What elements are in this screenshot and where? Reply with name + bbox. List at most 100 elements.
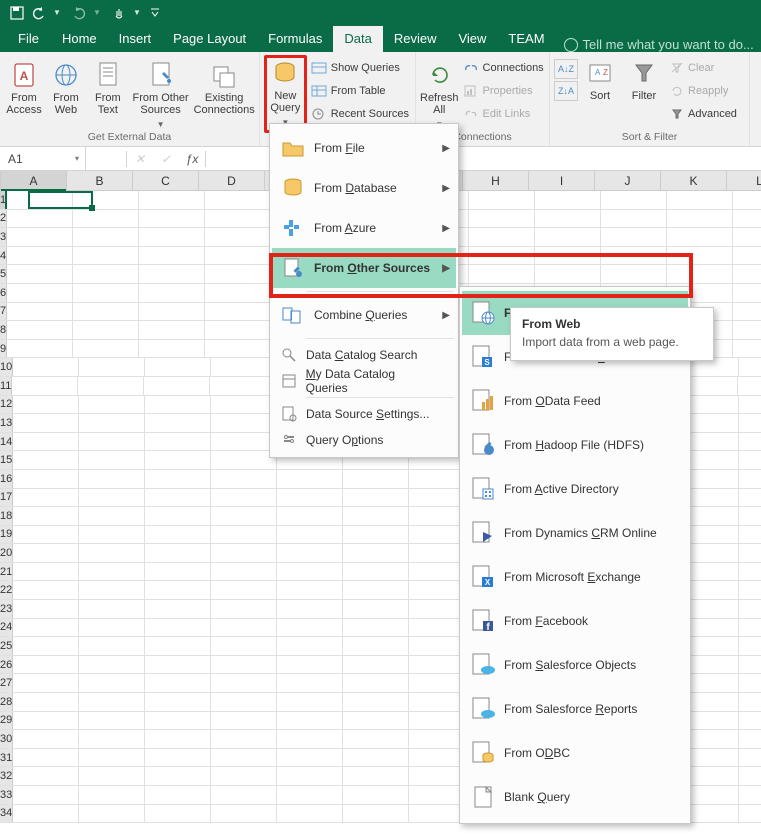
cell[interactable]: [79, 805, 145, 823]
menu-from-azure[interactable]: From Azure▶: [272, 208, 456, 248]
cell[interactable]: [73, 265, 139, 283]
cell[interactable]: [739, 396, 761, 414]
touch-caret[interactable]: ▼: [126, 2, 148, 24]
row-header[interactable]: 26: [0, 656, 13, 674]
cell[interactable]: [139, 247, 205, 265]
cell[interactable]: [145, 544, 211, 562]
cell[interactable]: [277, 674, 343, 692]
cell[interactable]: [733, 210, 761, 228]
cell[interactable]: [145, 693, 211, 711]
col-header[interactable]: C: [133, 171, 199, 190]
cell[interactable]: [211, 433, 277, 451]
cell[interactable]: [13, 712, 79, 730]
cell[interactable]: [739, 786, 761, 804]
cell[interactable]: [739, 507, 761, 525]
row-header[interactable]: 12: [0, 396, 13, 414]
row-header[interactable]: 9: [0, 340, 7, 358]
cell[interactable]: [13, 358, 79, 376]
cell[interactable]: [79, 451, 145, 469]
row-header[interactable]: 17: [0, 489, 13, 507]
cell[interactable]: [211, 637, 277, 655]
new-query-button[interactable]: New Query ▼: [264, 55, 307, 133]
cell[interactable]: [277, 786, 343, 804]
cell[interactable]: [145, 581, 211, 599]
cell[interactable]: [139, 191, 205, 209]
menu-combine-queries[interactable]: Combine Queries▶: [272, 295, 456, 335]
menu-data-catalog-search[interactable]: Data Catalog Search: [272, 342, 456, 368]
cell[interactable]: [601, 210, 667, 228]
cell[interactable]: [13, 619, 79, 637]
show-queries-button[interactable]: Show Queries: [309, 58, 411, 78]
from-other-sources-button[interactable]: From Other Sources ▼: [130, 55, 192, 131]
row-header[interactable]: 18: [0, 507, 13, 525]
submenu-from-facebook[interactable]: f From Facebook: [462, 599, 688, 643]
row-header[interactable]: 27: [0, 674, 13, 692]
cell[interactable]: [79, 489, 145, 507]
cell[interactable]: [277, 470, 343, 488]
redo-caret[interactable]: ▼: [86, 2, 108, 24]
cell[interactable]: [211, 730, 277, 748]
tab-view[interactable]: View: [447, 26, 497, 52]
cell[interactable]: [601, 265, 667, 283]
cell[interactable]: [211, 470, 277, 488]
cell[interactable]: [739, 414, 761, 432]
cell[interactable]: [277, 656, 343, 674]
cell[interactable]: [205, 284, 271, 302]
filter-reapply-button[interactable]: Reapply: [668, 81, 739, 101]
cell[interactable]: [667, 191, 733, 209]
cell[interactable]: [211, 712, 277, 730]
menu-from-other-sources[interactable]: From Other Sources▶: [272, 248, 456, 288]
row-header[interactable]: 23: [0, 600, 13, 618]
cell[interactable]: [277, 749, 343, 767]
edit-links-button[interactable]: Edit Links: [461, 104, 546, 124]
cell[interactable]: [145, 358, 211, 376]
col-header[interactable]: L: [727, 171, 761, 190]
cell[interactable]: [13, 581, 79, 599]
cell[interactable]: [139, 265, 205, 283]
cell[interactable]: [277, 693, 343, 711]
cell[interactable]: [277, 507, 343, 525]
cell[interactable]: [733, 284, 761, 302]
cell[interactable]: [277, 581, 343, 599]
row-header[interactable]: 7: [0, 303, 7, 321]
cell[interactable]: [535, 210, 601, 228]
tab-page-layout[interactable]: Page Layout: [162, 26, 257, 52]
menu-query-options[interactable]: Query Options: [272, 427, 456, 453]
cell[interactable]: [211, 600, 277, 618]
menu-from-file[interactable]: From File▶: [272, 128, 456, 168]
cell[interactable]: [343, 507, 409, 525]
cell[interactable]: [145, 396, 211, 414]
submenu-from-dynamics[interactable]: From Dynamics CRM Online: [462, 511, 688, 555]
cell[interactable]: [601, 191, 667, 209]
cell[interactable]: [13, 786, 79, 804]
cell[interactable]: [733, 228, 761, 246]
cell[interactable]: [277, 489, 343, 507]
tell-me-search[interactable]: Tell me what you want to do...: [556, 37, 754, 52]
cell[interactable]: [145, 619, 211, 637]
cell[interactable]: [73, 303, 139, 321]
menu-my-data-catalog[interactable]: My Data Catalog Queries: [272, 368, 456, 394]
cell[interactable]: [79, 656, 145, 674]
cell[interactable]: [79, 786, 145, 804]
cell[interactable]: [535, 228, 601, 246]
tab-insert[interactable]: Insert: [108, 26, 163, 52]
cell[interactable]: [73, 247, 139, 265]
cell[interactable]: [733, 191, 761, 209]
cell[interactable]: [13, 489, 79, 507]
cell[interactable]: [211, 767, 277, 785]
cancel-formula-icon[interactable]: ✕: [127, 152, 153, 166]
cell[interactable]: [145, 507, 211, 525]
cell[interactable]: [13, 544, 79, 562]
cell[interactable]: [469, 265, 535, 283]
properties-button[interactable]: Properties: [461, 81, 546, 101]
cell[interactable]: [211, 805, 277, 823]
cell[interactable]: [739, 358, 761, 376]
cell[interactable]: [739, 637, 761, 655]
cell[interactable]: [343, 526, 409, 544]
cell[interactable]: [739, 563, 761, 581]
cell[interactable]: [277, 563, 343, 581]
cell[interactable]: [79, 637, 145, 655]
from-access-button[interactable]: A From Access: [4, 55, 44, 116]
cell[interactable]: [211, 451, 277, 469]
cell[interactable]: [739, 451, 761, 469]
